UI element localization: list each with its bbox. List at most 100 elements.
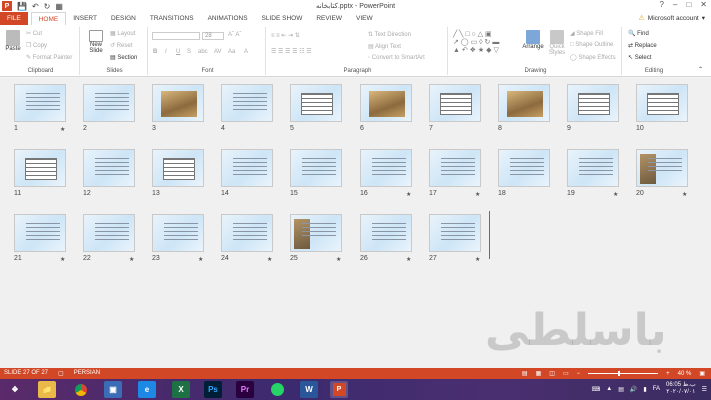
slide-thumbnail[interactable] xyxy=(152,214,204,252)
reset-button[interactable]: ↺ Reset xyxy=(110,42,132,49)
slide-thumbnail[interactable] xyxy=(14,214,66,252)
align-text-button[interactable]: ▤ Align Text xyxy=(368,43,401,50)
minimize-button[interactable]: – xyxy=(673,0,677,9)
clock[interactable]: 06:05 ب.ظ ۲۰۲۰/۰۷/۰۱ xyxy=(666,382,696,396)
select-button[interactable]: ↖ Select xyxy=(628,54,651,61)
normal-view-icon[interactable]: ▤ xyxy=(522,370,528,377)
zoom-level[interactable]: 40 % xyxy=(678,371,692,377)
slide-thumbnail[interactable] xyxy=(360,84,412,122)
maximize-button[interactable]: □ xyxy=(686,0,691,9)
find-button[interactable]: 🔍 Find xyxy=(628,30,649,37)
slide-thumbnail[interactable] xyxy=(221,84,273,122)
powerpoint-taskbar-icon[interactable]: P xyxy=(330,381,348,398)
slide-thumbnail[interactable] xyxy=(14,149,66,187)
slide-thumbnail[interactable] xyxy=(221,214,273,252)
paste-button[interactable]: Paste xyxy=(4,30,22,52)
bold-icon[interactable]: B xyxy=(153,49,157,55)
keyboard-icon[interactable]: ⌨ xyxy=(592,386,601,393)
animation-star-icon[interactable]: ★ xyxy=(198,256,203,263)
slide-thumbnail[interactable] xyxy=(636,84,688,122)
font-color-icon[interactable]: A xyxy=(244,49,248,55)
quick-styles-button[interactable]: Quick Styles xyxy=(546,30,568,56)
word-icon[interactable]: W xyxy=(300,381,318,398)
cut-button[interactable]: ✂ Cut xyxy=(26,30,42,37)
tab-review[interactable]: REVIEW xyxy=(309,12,349,25)
animation-star-icon[interactable]: ★ xyxy=(267,256,272,263)
excel-icon[interactable]: X xyxy=(172,381,190,398)
animation-star-icon[interactable]: ★ xyxy=(613,191,618,198)
copy-button[interactable]: ❐ Copy xyxy=(26,42,47,49)
shape-outline-button[interactable]: □ Shape Outline xyxy=(570,42,613,48)
reading-view-icon[interactable]: ◫ xyxy=(549,370,555,377)
zoom-slider-thumb[interactable] xyxy=(618,371,621,376)
shapes-gallery[interactable]: ╱ ╲ □ ○ △ ▣ ↗ ◯ ▭ ◊ ↻ ▬ ▲ ↶ ❖ ★ ◆ ▽ xyxy=(453,30,499,54)
photoshop-icon[interactable]: Ps xyxy=(204,381,222,398)
close-button[interactable]: ✕ xyxy=(700,0,707,9)
font-size-grow-icon[interactable]: Aˆ Aˇ xyxy=(228,32,241,38)
proofing-icon[interactable]: ▢ xyxy=(58,370,64,377)
notifications-icon[interactable]: ☰ xyxy=(702,386,707,393)
language-tray[interactable]: FA xyxy=(653,386,660,392)
bullets-icon[interactable]: ≡ ≡ ⇤ ⇥ ⇅ xyxy=(271,32,300,39)
replace-button[interactable]: ⇄ Replace xyxy=(628,42,657,49)
animation-star-icon[interactable]: ★ xyxy=(475,256,480,263)
layout-button[interactable]: ▦ Layout xyxy=(110,30,135,37)
slide-thumbnail[interactable] xyxy=(83,84,135,122)
slide-thumbnail[interactable] xyxy=(221,149,273,187)
align-icons[interactable]: ☰ ☰ ☰ ☰ ☷ ☰ xyxy=(271,48,312,55)
slide-thumbnail[interactable] xyxy=(429,149,481,187)
new-slide-button[interactable]: New Slide xyxy=(85,30,107,54)
smartart-button[interactable]: ◦ Convert to SmartArt xyxy=(368,55,425,61)
tab-slide-show[interactable]: SLIDE SHOW xyxy=(255,12,310,25)
slide-thumbnail[interactable] xyxy=(498,84,550,122)
whatsapp-icon[interactable] xyxy=(268,381,286,398)
account-area[interactable]: ⚠ Microsoft account ▾ xyxy=(639,14,705,23)
slide-thumbnail[interactable] xyxy=(636,149,688,187)
format-painter-button[interactable]: ✎ Format Painter xyxy=(26,54,72,61)
change-case-icon[interactable]: Aa xyxy=(228,49,235,55)
zoom-slider[interactable] xyxy=(588,371,659,376)
slide-thumbnail[interactable] xyxy=(360,214,412,252)
store-icon[interactable]: ▣ xyxy=(104,381,122,398)
tab-animations[interactable]: ANIMATIONS xyxy=(201,12,255,25)
underline-icon[interactable]: U xyxy=(176,49,180,55)
zoom-in-icon[interactable]: + xyxy=(666,371,670,377)
battery-icon[interactable]: ▮ xyxy=(643,386,646,393)
start-icon[interactable]: ❖ xyxy=(6,381,24,398)
slide-thumbnail[interactable] xyxy=(498,149,550,187)
italic-icon[interactable]: I xyxy=(165,49,167,55)
animation-star-icon[interactable]: ★ xyxy=(406,191,411,198)
shape-effects-button[interactable]: ◯ Shape Effects xyxy=(570,54,616,61)
collapse-ribbon-icon[interactable]: ⌃ xyxy=(698,66,703,73)
slide-thumbnail[interactable] xyxy=(83,149,135,187)
slide-thumbnail[interactable] xyxy=(14,84,66,122)
slide-thumbnail[interactable] xyxy=(83,214,135,252)
slide-thumbnail[interactable] xyxy=(290,214,342,252)
tab-home[interactable]: HOME xyxy=(30,12,67,25)
fit-to-window-icon[interactable]: ▣ xyxy=(699,370,705,377)
animation-star-icon[interactable]: ★ xyxy=(129,256,134,263)
font-size-box[interactable]: 28 xyxy=(202,32,224,40)
show-hidden-icon[interactable]: ▲ xyxy=(606,386,612,392)
animation-star-icon[interactable]: ★ xyxy=(336,256,341,263)
section-button[interactable]: ▤ Section xyxy=(110,54,137,61)
font-name-box[interactable] xyxy=(152,32,200,40)
volume-icon[interactable]: 🔊 xyxy=(630,386,637,393)
slideshow-view-icon[interactable]: ▭ xyxy=(563,370,569,377)
tab-design[interactable]: DESIGN xyxy=(104,12,143,25)
language-indicator[interactable]: PERSIAN xyxy=(74,370,100,377)
slide-thumbnail[interactable] xyxy=(290,84,342,122)
tab-transitions[interactable]: TRANSITIONS xyxy=(143,12,201,25)
animation-star-icon[interactable]: ★ xyxy=(406,256,411,263)
premiere-icon[interactable]: Pr xyxy=(236,381,254,398)
slide-thumbnail[interactable] xyxy=(152,84,204,122)
arrange-button[interactable]: Arrange xyxy=(522,30,544,50)
animation-star-icon[interactable]: ★ xyxy=(60,256,65,263)
network-icon[interactable]: ▤ xyxy=(618,386,624,393)
tab-insert[interactable]: INSERT xyxy=(66,12,104,25)
slide-thumbnail[interactable] xyxy=(429,84,481,122)
help-button[interactable]: ? xyxy=(660,0,664,9)
slide-sorter-view-icon[interactable]: ▦ xyxy=(536,370,542,377)
slide-thumbnail[interactable] xyxy=(429,214,481,252)
slide-thumbnail[interactable] xyxy=(567,84,619,122)
